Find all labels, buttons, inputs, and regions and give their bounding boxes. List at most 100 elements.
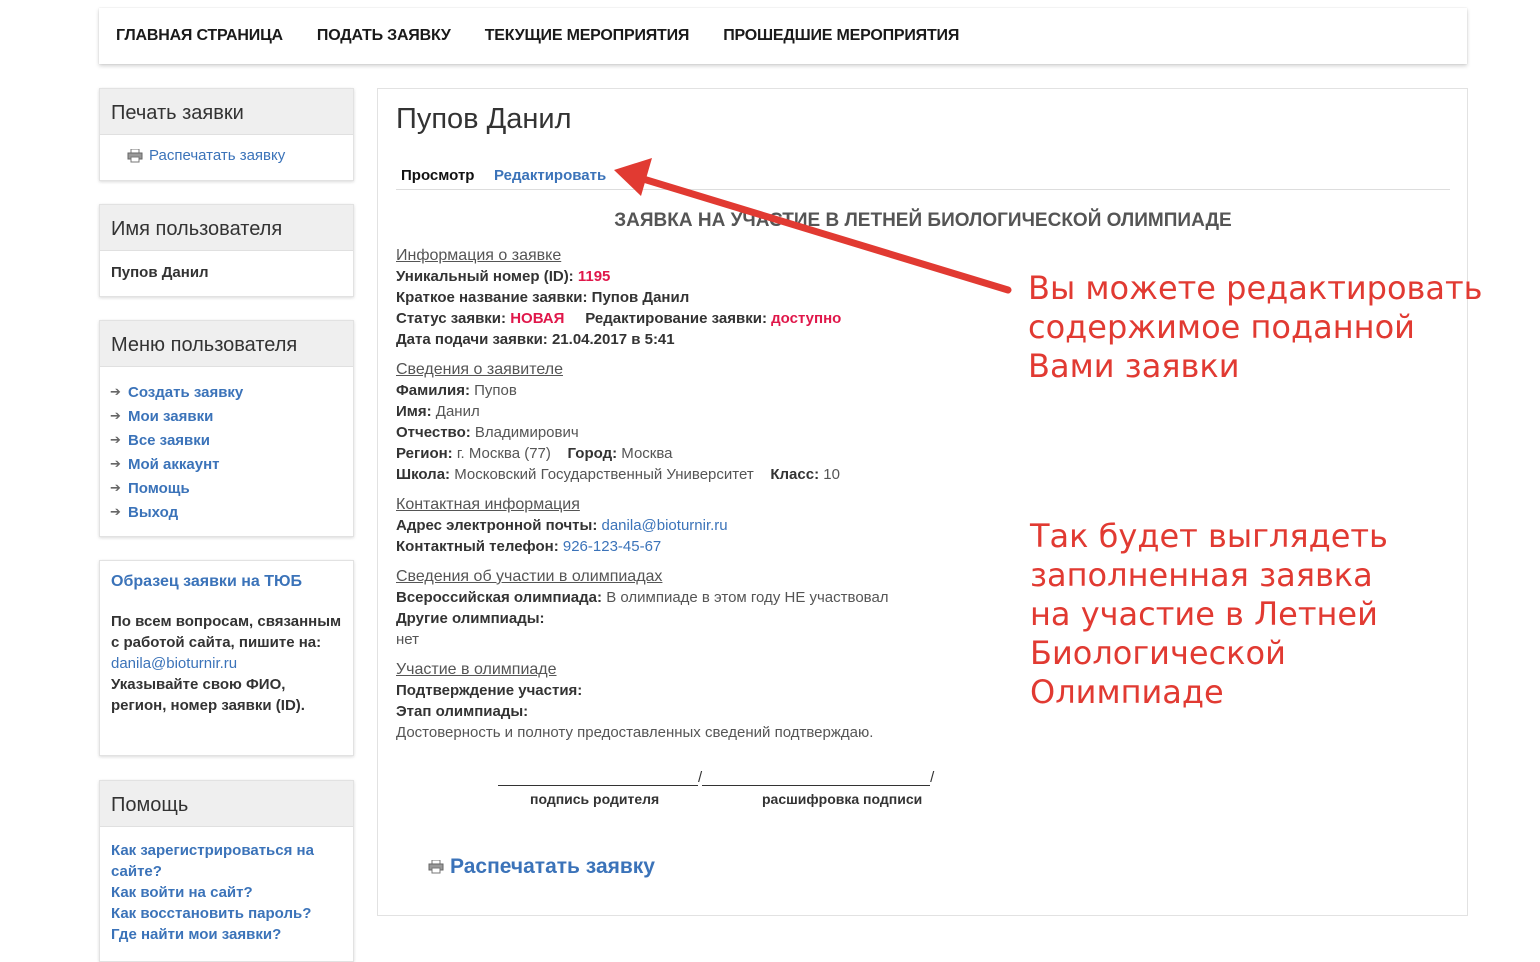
short-name-value: Пупов Данил <box>591 289 690 306</box>
section-heading-contact: Контактная информация <box>396 496 580 513</box>
signature-line: / / <box>498 769 934 786</box>
menu-item-all-applications[interactable]: ➔ Все заявки <box>104 428 342 452</box>
edit-annotation-line-3: Вами заявки <box>1028 347 1240 385</box>
print-block: Печать заявки Распечатать заявку <box>99 88 354 181</box>
section-heading-participation: Участие в олимпиаде <box>396 661 557 678</box>
school-value: Московский Государственный Университет <box>454 466 754 483</box>
date-label: Дата подачи заявки: <box>396 331 548 348</box>
contact-text-2: Указывайте свою ФИО, регион, номер заявк… <box>111 676 305 714</box>
view-annotation-line-1: Так будет выглядеть <box>1030 517 1388 555</box>
short-name-label: Краткое название заявки: <box>396 289 588 306</box>
city-value: Москва <box>621 445 673 462</box>
menu-link-logout[interactable]: Выход <box>128 504 178 521</box>
help-block: Помощь Как зарегистрироваться на сайте? … <box>99 780 354 962</box>
sidebar-print-link[interactable]: Распечатать заявку <box>127 147 342 164</box>
nav-home[interactable]: ГЛАВНАЯ СТРАНИЦА <box>116 27 283 45</box>
stage-label: Этап олимпиады: <box>396 703 529 720</box>
tab-view[interactable]: Просмотр <box>401 167 474 184</box>
tabs: Просмотр Редактировать <box>396 167 1450 190</box>
user-name: Пупов Данил <box>111 264 209 281</box>
menu-item-create[interactable]: ➔ Создать заявку <box>104 380 342 404</box>
arrow-right-icon: ➔ <box>110 432 121 447</box>
menu-item-help[interactable]: ➔ Помощь <box>104 476 342 500</box>
info-block: Образец заявки на ТЮБ По всем вопросам, … <box>99 560 354 756</box>
id-value: 1195 <box>577 268 611 285</box>
signature-slash-2: / <box>930 769 935 786</box>
region-label: Регион: <box>396 445 453 462</box>
name-label: Имя: <box>396 403 432 420</box>
phone-link[interactable]: 926-123-45-67 <box>563 538 661 555</box>
help-link-find-applications[interactable]: Где найти мои заявки? <box>111 924 342 945</box>
application-details: Информация о заявке Уникальный номер (ID… <box>396 246 1096 743</box>
class-label: Класс: <box>770 466 820 483</box>
page-title: Пупов Данил <box>396 103 572 135</box>
nav-current-events[interactable]: ТЕКУЩИЕ МЕРОПРИЯТИЯ <box>485 27 690 45</box>
vseros-label: Всероссийская олимпиада: <box>396 589 603 606</box>
printer-icon <box>127 148 143 163</box>
contact-text-1: По всем вопросам, связанным с работой са… <box>111 613 342 651</box>
phone-label: Контактный телефон: <box>396 538 559 555</box>
edit-annotation-line-2: содержимое поданной <box>1028 308 1415 346</box>
surname-label: Фамилия: <box>396 382 470 399</box>
view-annotation-line-5: Олимпиаде <box>1030 673 1224 711</box>
help-link-login[interactable]: Как войти на сайт? <box>111 882 342 903</box>
main-content: Пупов Данил Просмотр Редактировать ЗАЯВК… <box>377 88 1468 916</box>
signature-decode-label: расшифровка подписи <box>762 791 923 807</box>
arrow-right-icon: ➔ <box>110 480 121 495</box>
status-label: Статус заявки: <box>396 310 507 327</box>
section-heading-applicant: Сведения о заявителе <box>396 361 563 378</box>
nav-past-events[interactable]: ПРОШЕДШИЕ МЕРОПРИЯТИЯ <box>723 27 959 45</box>
section-heading-olympiads: Сведения об участии в олимпиадах <box>396 568 663 585</box>
tab-edit[interactable]: Редактировать <box>494 167 606 184</box>
patronymic-value: Владимирович <box>474 424 579 441</box>
user-name-block: Имя пользователя Пупов Данил <box>99 204 354 297</box>
menu-link-account[interactable]: Мой аккаунт <box>128 456 220 473</box>
bottom-print[interactable]: Распечатать заявку <box>428 855 655 879</box>
bottom-print-link[interactable]: Распечатать заявку <box>450 855 655 879</box>
arrow-right-icon: ➔ <box>110 456 121 471</box>
date-value: 21.04.2017 в 5:41 <box>551 331 675 348</box>
nav-submit-application[interactable]: ПОДАТЬ ЗАЯВКУ <box>317 27 451 45</box>
menu-link-my-applications[interactable]: Мои заявки <box>128 408 213 425</box>
help-link-register[interactable]: Как зарегистрироваться на сайте? <box>111 840 342 882</box>
print-block-title: Печать заявки <box>100 89 353 135</box>
user-name-block-title: Имя пользователя <box>100 205 353 251</box>
view-annotation-line-4: Биологической <box>1030 634 1286 672</box>
arrow-right-icon: ➔ <box>110 408 121 423</box>
statement-text: Достоверность и полноту предоставленных … <box>396 724 874 741</box>
parent-signature-label: подпись родителя <box>530 791 660 807</box>
patronymic-label: Отчество: <box>396 424 471 441</box>
help-link-restore-password[interactable]: Как восстановить пароль? <box>111 903 342 924</box>
city-label: Город: <box>567 445 618 462</box>
surname-value: Пупов <box>474 382 517 399</box>
menu-link-all-applications[interactable]: Все заявки <box>128 432 210 449</box>
edit-annotation-line-1: Вы можете редактировать <box>1028 269 1483 307</box>
menu-item-my-applications[interactable]: ➔ Мои заявки <box>104 404 342 428</box>
name-value: Данил <box>435 403 480 420</box>
other-olympiads-value: нет <box>396 631 419 648</box>
top-navigation: ГЛАВНАЯ СТРАНИЦА ПОДАТЬ ЗАЯВКУ ТЕКУЩИЕ М… <box>99 8 1467 64</box>
vseros-value: В олимпиаде в этом году НЕ участвовал <box>606 589 889 606</box>
class-value: 10 <box>823 466 840 483</box>
menu-link-create[interactable]: Создать заявку <box>128 384 243 401</box>
status-badge: НОВАЯ <box>510 310 565 327</box>
printer-icon <box>428 860 444 874</box>
edit-annotation: Вы можете редактировать содержимое подан… <box>1028 269 1482 386</box>
editing-value: доступно <box>771 310 842 327</box>
help-block-title: Помощь <box>100 781 353 827</box>
menu-link-help[interactable]: Помощь <box>128 480 190 497</box>
contact-email-link[interactable]: danila@bioturnir.ru <box>111 655 237 672</box>
view-annotation-line-2: заполненная заявка <box>1030 556 1373 594</box>
section-heading-info: Информация о заявке <box>396 247 562 264</box>
menu-item-logout[interactable]: ➔ Выход <box>104 500 342 524</box>
email-link[interactable]: danila@bioturnir.ru <box>602 517 728 534</box>
sample-application-link[interactable]: Образец заявки на ТЮБ <box>111 573 302 590</box>
arrow-right-icon: ➔ <box>110 384 121 399</box>
sidebar-print-link-label: Распечатать заявку <box>149 147 286 164</box>
email-label: Адрес электронной почты: <box>396 517 598 534</box>
school-label: Школа: <box>396 466 451 483</box>
other-olympiads-label: Другие олимпиады: <box>396 610 545 627</box>
view-annotation-line-3: на участие в Летней <box>1030 595 1378 633</box>
user-menu-block: Меню пользователя ➔ Создать заявку ➔ Мои з… <box>99 320 354 537</box>
menu-item-account[interactable]: ➔ Мой аккаунт <box>104 452 342 476</box>
